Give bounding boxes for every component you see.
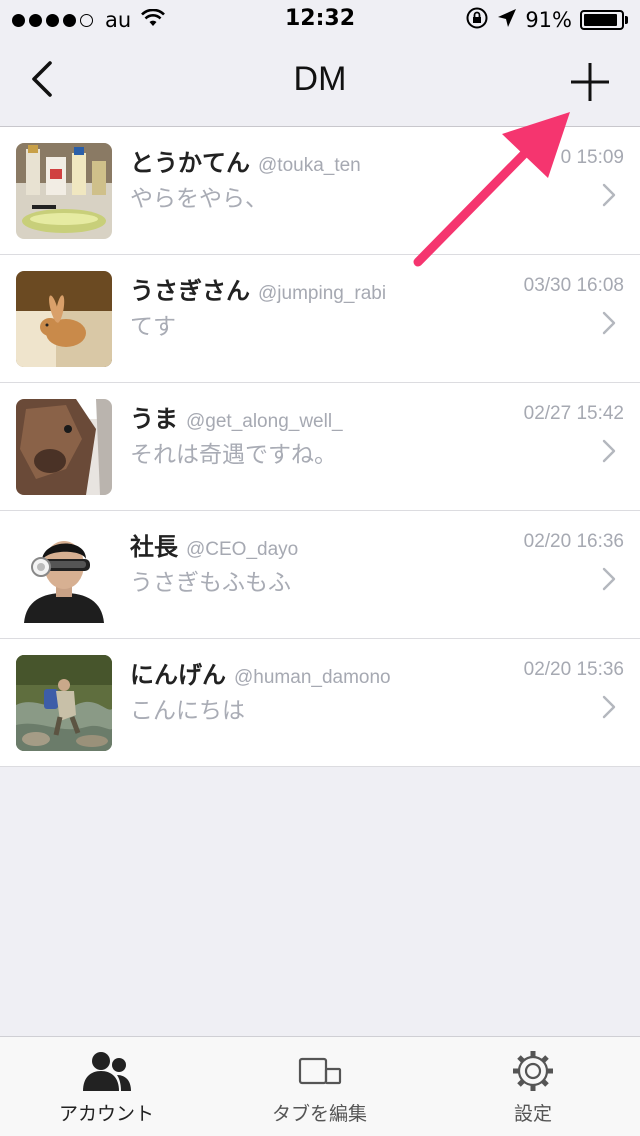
new-message-button[interactable] xyxy=(568,60,612,104)
dm-row[interactable]: とうかてん @touka_ten 0 15:09 やらをやら、 xyxy=(0,127,640,255)
alpaca-photo-avatar xyxy=(16,399,112,495)
dm-preview: うさぎもふもふ xyxy=(130,570,291,596)
chevron-right-icon xyxy=(602,183,616,207)
dm-list: とうかてん @touka_ten 0 15:09 やらをやら、 うさぎさん @jum… xyxy=(0,127,640,767)
rotation-lock-icon xyxy=(465,6,489,35)
dm-timestamp: 02/20 15:36 xyxy=(523,659,624,680)
dm-sender-name: とうかてん xyxy=(130,149,250,177)
dm-timestamp: 03/30 16:08 xyxy=(523,275,624,296)
dm-sender-name: 社長 xyxy=(130,533,178,561)
chevron-right-icon xyxy=(602,311,616,335)
tab-edit-tabs[interactable]: タブを編集 xyxy=(213,1037,426,1136)
battery-tip xyxy=(625,16,628,24)
plus-icon xyxy=(571,63,609,101)
dm-sender-handle: @jumping_rabi xyxy=(258,283,387,304)
gear-icon xyxy=(513,1051,553,1091)
tab-label: 設定 xyxy=(513,1103,552,1125)
dm-row[interactable]: にんげん @human_damono 02/20 15:36 こんにちは xyxy=(0,639,640,767)
headset-person-photo-avatar xyxy=(16,527,112,623)
dm-timestamp: 02/27 15:42 xyxy=(523,403,624,424)
status-right: 91% xyxy=(465,6,628,35)
battery-icon xyxy=(580,10,628,30)
dm-preview: やらをやら、 xyxy=(130,186,268,212)
dm-preview: それは奇遇ですね。 xyxy=(130,442,337,468)
dm-preview: こんにちは xyxy=(130,698,245,724)
chevron-right-icon xyxy=(602,695,616,719)
dm-row[interactable]: うさぎさん @jumping_rabi 03/30 16:08 てす xyxy=(0,255,640,383)
bottles-photo-avatar xyxy=(16,143,112,239)
page-title: DM xyxy=(293,60,347,98)
dm-timestamp: 0 15:09 xyxy=(560,147,624,168)
chevron-right-icon xyxy=(602,439,616,463)
dm-row[interactable]: うま @get_along_well_ 02/27 15:42 それは奇遇ですね。 xyxy=(0,383,640,511)
rabbit-photo-avatar xyxy=(16,271,112,367)
tab-label: アカウント xyxy=(58,1103,154,1125)
tab-settings[interactable]: 設定 xyxy=(426,1037,640,1136)
dm-sender: うま @get_along_well_ xyxy=(130,399,343,434)
battery-percent: 91% xyxy=(525,8,572,32)
dm-sender: にんげん @human_damono xyxy=(130,655,391,690)
dm-sender-name: にんげん xyxy=(130,661,226,689)
dm-timestamp: 02/20 16:36 xyxy=(523,531,624,552)
tab-label: タブを編集 xyxy=(271,1103,367,1125)
battery-fill xyxy=(584,14,617,26)
dm-sender-name: うま xyxy=(130,405,178,433)
chevron-right-icon xyxy=(602,567,616,591)
dm-sender-handle: @human_damono xyxy=(234,667,391,688)
dm-sender: うさぎさん @jumping_rabi xyxy=(130,271,386,306)
dm-sender-handle: @touka_ten xyxy=(258,155,361,176)
dm-sender: 社長 @CEO_dayo xyxy=(130,527,298,562)
people-icon xyxy=(82,1052,131,1091)
navigation-bar: DM xyxy=(0,40,640,127)
battery-body xyxy=(580,10,624,30)
dm-preview: てす xyxy=(130,314,176,340)
dm-sender-handle: @get_along_well_ xyxy=(186,411,343,432)
tabs-edit-icon xyxy=(298,1057,341,1085)
tab-account[interactable]: アカウント xyxy=(0,1037,213,1136)
app-screen: au 12:32 91% DM とうかてん @touka_ten 0 15:09… xyxy=(0,0,640,1136)
dm-sender-name: うさぎさん xyxy=(130,277,250,305)
dm-sender-handle: @CEO_dayo xyxy=(186,539,299,560)
location-arrow-icon xyxy=(497,8,517,33)
hiker-river-photo-avatar xyxy=(16,655,112,751)
status-bar: au 12:32 91% xyxy=(0,0,640,40)
dm-sender: とうかてん @touka_ten xyxy=(130,143,361,178)
dm-row[interactable]: 社長 @CEO_dayo 02/20 16:36 うさぎもふもふ xyxy=(0,511,640,639)
tab-bar: アカウント タブを編集 設定 xyxy=(0,1036,640,1136)
